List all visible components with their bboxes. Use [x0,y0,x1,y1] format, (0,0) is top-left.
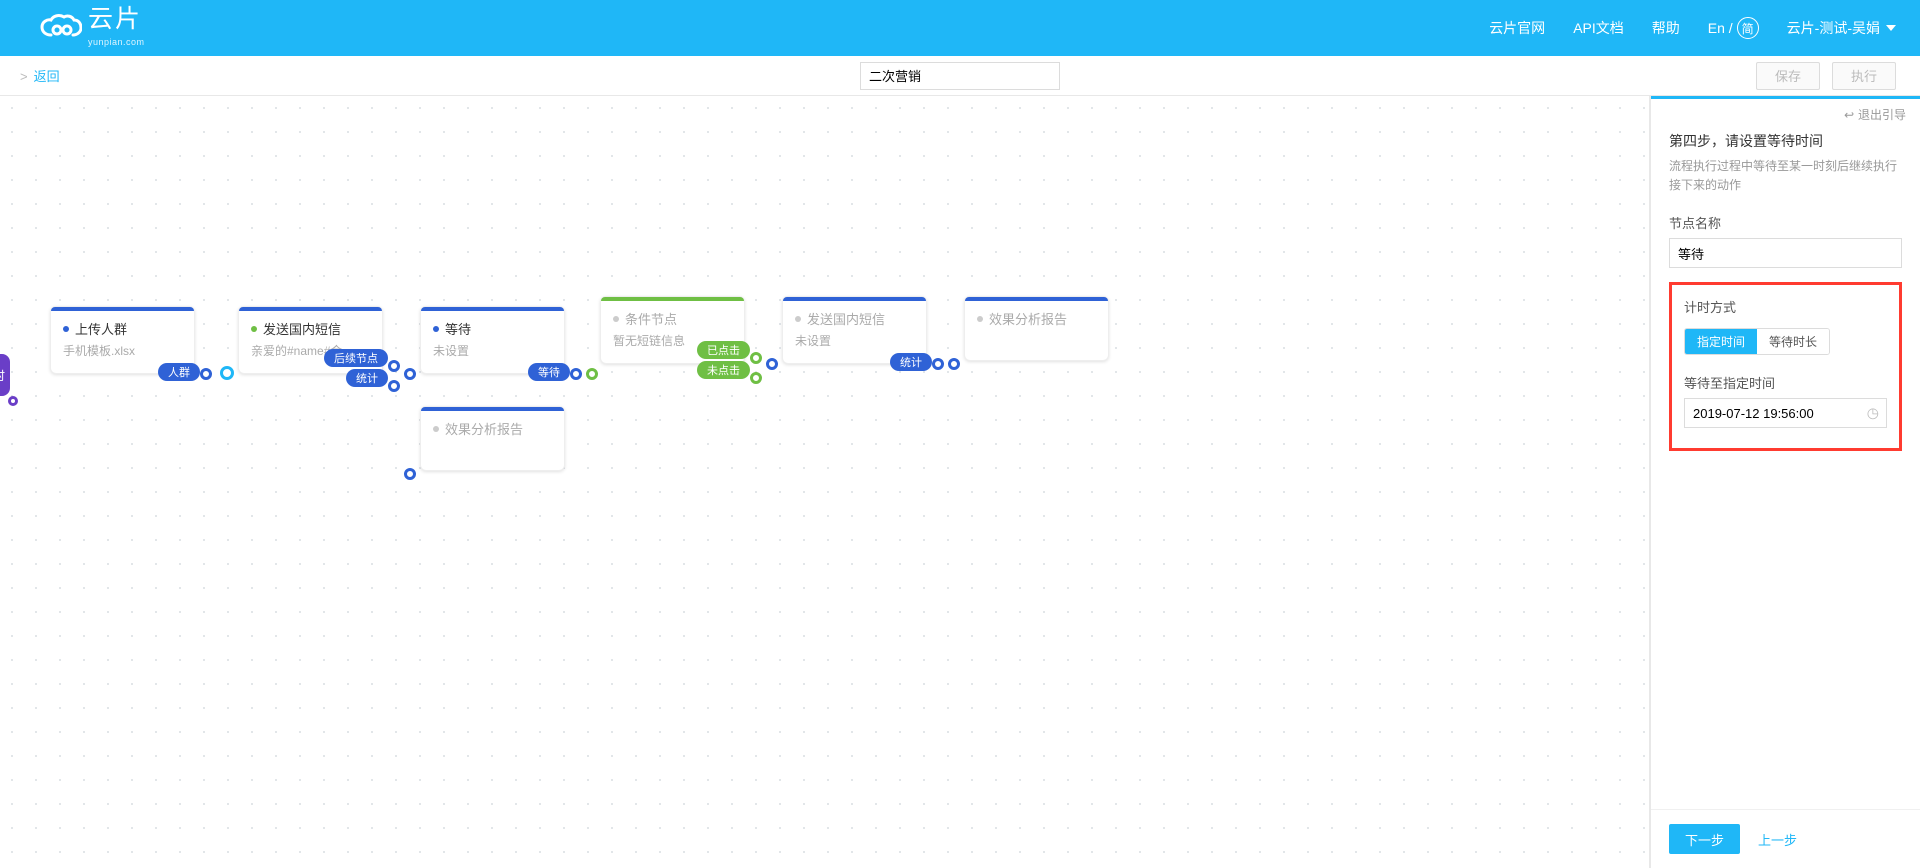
timing-mode-label: 计时方式 [1684,297,1887,316]
start-node-label: 时 [0,367,5,384]
guide-highlight-box: 计时方式 指定时间 等待时长 等待至指定时间 ◷ [1669,282,1902,451]
user-name: 云片-测试-吴娟 [1787,18,1880,38]
node-title: 效果分析报告 [445,419,523,438]
panel-footer: 下一步 上一步 [1651,809,1920,868]
status-dot-icon [795,316,801,322]
port-in[interactable] [586,368,598,380]
timing-mode-duration[interactable]: 等待时长 [1757,329,1829,354]
brand-subtext: yunpian.com [88,37,145,47]
node-subtitle: 未设置 [795,332,914,349]
node-name-input[interactable] [1669,238,1902,268]
next-step-button[interactable]: 下一步 [1669,824,1740,854]
run-button[interactable]: 执行 [1832,62,1896,90]
workflow-canvas[interactable]: 时 上传人群 手机模板.xlsx 人群 发送国内短信 亲爱的#name#会...… [0,96,1650,868]
step-description: 流程执行过程中等待至某一时刻后继续执行接下来的动作 [1669,157,1902,195]
port-out[interactable] [388,360,400,372]
start-node-fragment[interactable]: 时 [0,354,10,396]
port-out[interactable] [388,380,400,392]
nav-site-link[interactable]: 云片官网 [1489,18,1545,38]
node-title: 发送国内短信 [807,309,885,328]
node-pill-stats[interactable]: 统计 [346,369,388,387]
node-title: 发送国内短信 [263,319,341,338]
node-wait[interactable]: 等待 未设置 等待 [420,306,565,374]
user-menu[interactable]: 云片-测试-吴娟 [1787,18,1896,38]
back-link[interactable]: 返回 [0,66,60,85]
port-out[interactable] [200,368,212,380]
node-title: 条件节点 [625,309,677,328]
node-effect-report-1[interactable]: 效果分析报告 [420,406,565,471]
action-bar: 返回 保存 执行 [0,56,1920,96]
status-dot-icon [977,316,983,322]
status-dot-icon [433,426,439,432]
node-pill-clicked[interactable]: 已点击 [697,341,750,359]
nav-help-link[interactable]: 帮助 [1652,18,1680,38]
node-pill-audience[interactable]: 人群 [158,363,200,381]
node-pill-stats[interactable]: 统计 [890,353,932,371]
main-area: 时 上传人群 手机模板.xlsx 人群 发送国内短信 亲爱的#name#会...… [0,96,1920,868]
node-pill-wait[interactable]: 等待 [528,363,570,381]
wait-until-datetime-input[interactable] [1684,398,1887,428]
status-dot-icon [63,326,69,332]
config-panel: 退出引导 第四步，请设置等待时间 流程执行过程中等待至某一时刻后继续执行接下来的… [1650,96,1920,868]
port-out[interactable] [570,368,582,380]
node-effect-report-2[interactable]: 效果分析报告 [964,296,1109,361]
port-in[interactable] [404,368,416,380]
timing-mode-specific-time[interactable]: 指定时间 [1685,329,1757,354]
node-pill-next[interactable]: 后续节点 [324,349,388,367]
port-out[interactable] [932,358,944,370]
workflow-name-input[interactable] [860,62,1060,90]
node-title: 上传人群 [75,319,127,338]
node-subtitle: 手机模板.xlsx [63,342,182,359]
status-dot-icon [433,326,439,332]
port-in[interactable] [220,366,234,380]
node-name-label: 节点名称 [1669,213,1902,232]
status-dot-icon [251,326,257,332]
brand-logo[interactable]: 云片 yunpian.com [40,7,145,49]
brand-name: 云片 [88,5,142,33]
port-in[interactable] [766,358,778,370]
wait-until-label: 等待至指定时间 [1684,373,1887,392]
node-condition[interactable]: 条件节点 暂无短链信息 已点击 未点击 [600,296,745,364]
node-subtitle: 未设置 [433,342,552,359]
exit-guide-link[interactable]: 退出引导 [1844,106,1906,123]
chevron-down-icon [1886,25,1896,31]
prev-step-button[interactable]: 上一步 [1758,830,1797,849]
cloud-icon [40,14,82,42]
port-out[interactable] [750,372,762,384]
language-current: 简 [1737,17,1759,39]
node-upload-audience[interactable]: 上传人群 手机模板.xlsx 人群 [50,306,195,374]
port-out[interactable] [750,352,762,364]
status-dot-icon [613,316,619,322]
language-toggle[interactable]: En / 简 [1708,17,1759,39]
node-title: 效果分析报告 [989,309,1067,328]
port-in[interactable] [948,358,960,370]
top-navbar: 云片 yunpian.com 云片官网 API文档 帮助 En / 简 云片-测… [0,0,1920,56]
port-in[interactable] [404,468,416,480]
port-out[interactable] [8,396,18,406]
save-button[interactable]: 保存 [1756,62,1820,90]
node-send-sms-1[interactable]: 发送国内短信 亲爱的#name#会... 后续节点 统计 [238,306,383,374]
nav-api-docs-link[interactable]: API文档 [1573,18,1624,38]
timing-mode-segment: 指定时间 等待时长 [1684,328,1830,355]
language-prefix: En / [1708,20,1733,36]
node-title: 等待 [445,319,471,338]
node-send-sms-2[interactable]: 发送国内短信 未设置 统计 [782,296,927,364]
node-pill-not-clicked[interactable]: 未点击 [697,361,750,379]
step-title: 第四步，请设置等待时间 [1669,131,1902,151]
